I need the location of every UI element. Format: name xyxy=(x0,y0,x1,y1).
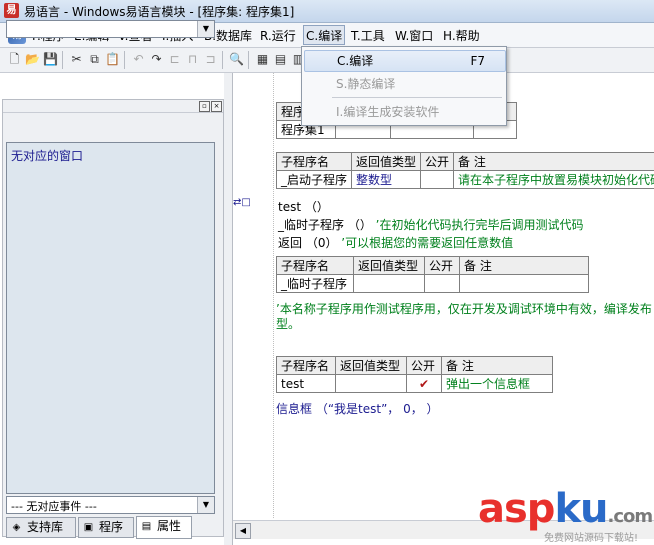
code-line[interactable]: 返回 （0） ’可以根据您的需要返回任意数值 xyxy=(278,234,513,251)
public-cell[interactable] xyxy=(420,170,455,189)
align-center-icon[interactable]: ⊓ xyxy=(184,51,201,68)
header-cell: 返回值类型 xyxy=(351,152,422,171)
header-cell: 返回值类型 xyxy=(353,256,425,275)
chevron-down-icon[interactable]: ▼ xyxy=(197,497,214,513)
menu-item-compile-installer[interactable]: I.编译生成安装软件 xyxy=(304,101,504,123)
public-cell[interactable] xyxy=(424,274,460,293)
panel-splitter[interactable] xyxy=(224,73,233,545)
combo-value: --- 无对应事件 --- xyxy=(11,500,97,513)
header-cell: 备 注 xyxy=(459,256,589,275)
code-statement: 返回 （0） xyxy=(278,236,338,250)
watermark-subtitle: 免费网站源码下载站! xyxy=(544,533,639,544)
code-line[interactable]: test （） xyxy=(278,198,329,215)
note-cell[interactable] xyxy=(459,274,589,293)
window-list[interactable]: 无对应的窗口 xyxy=(6,142,215,494)
tab-properties[interactable]: ▤ 属性 xyxy=(136,516,192,539)
panel-tabs: ◈ 支持库 ▣ 程序 ▤ 属性 xyxy=(2,516,224,539)
toolbar-separator xyxy=(62,51,63,69)
copy-icon[interactable]: ⧉ xyxy=(86,51,103,68)
code-comment: ’在初始化代码执行完毕后调用测试代码 xyxy=(375,218,584,232)
menu-run[interactable]: R.运行 xyxy=(258,27,298,43)
panel-float-icon[interactable]: ▫ xyxy=(199,101,210,112)
find-icon[interactable]: 🔍 xyxy=(228,51,245,68)
header-cell: 备 注 xyxy=(441,356,553,375)
sub-name-cell[interactable]: _启动子程序 xyxy=(275,170,353,189)
tab-label: 支持库 xyxy=(27,520,64,534)
return-type-cell[interactable]: 整数型 xyxy=(351,170,422,189)
toolbar-separator xyxy=(124,51,125,69)
panel-close-icon[interactable]: × xyxy=(211,101,222,112)
sub2-table: 子程序名 返回值类型 公开 备 注 _临时子程序 xyxy=(276,256,589,293)
menu-item-label: S.静态编译 xyxy=(336,77,396,91)
menu-item-label: C.编译 xyxy=(337,54,374,68)
compile-dropdown-menu: C.编译 F7 S.静态编译 I.编译生成安装软件 xyxy=(301,46,507,126)
save-icon[interactable]: 💾 xyxy=(42,51,59,68)
header-cell: 子程序名 xyxy=(276,356,336,375)
menu-compile[interactable]: C.编译 xyxy=(303,25,346,45)
align-left-icon[interactable]: ⊏ xyxy=(166,51,183,68)
header-cell: 公开 xyxy=(424,256,460,275)
app-icon: 易 xyxy=(4,3,19,18)
comment-line[interactable]: ’本名称子程序用作测试程序用，仅在开发及调试环境中有效，编译发布 xyxy=(276,300,652,317)
layout-window-icon[interactable]: ▦ xyxy=(254,51,271,68)
layout-split-icon[interactable]: ▤ xyxy=(272,51,289,68)
new-file-icon[interactable]: 🗋 xyxy=(6,51,23,68)
sub-name-cell[interactable]: test xyxy=(276,374,336,393)
return-type-cell[interactable] xyxy=(335,374,407,393)
window-select-combo[interactable]: ▼ xyxy=(6,20,215,38)
breakpoint-arrow-icon: ⇄□ xyxy=(233,197,251,208)
redo-icon[interactable]: ↷ xyxy=(148,51,165,68)
code-line[interactable]: _临时子程序 （） ’在初始化代码执行完毕后调用测试代码 xyxy=(278,216,583,233)
menu-item-shortcut: F7 xyxy=(470,54,485,68)
sub-name-cell[interactable]: _临时子程序 xyxy=(276,274,354,293)
tab-program[interactable]: ▣ 程序 xyxy=(78,517,134,538)
undo-disabled-icon[interactable]: ↶ xyxy=(130,51,147,68)
tab-label: 程序 xyxy=(99,520,124,534)
header-cell: 子程序名 xyxy=(275,152,353,171)
menu-item-compile[interactable]: C.编译 F7 xyxy=(304,50,506,72)
library-icon: ◈ xyxy=(12,522,21,533)
note-cell[interactable]: 弹出一个信息框 xyxy=(441,374,553,393)
header-cell: 返回值类型 xyxy=(335,356,407,375)
cut-icon[interactable]: ✂ xyxy=(68,51,85,68)
menu-item-label: I.编译生成安装软件 xyxy=(336,105,440,119)
menu-help[interactable]: H.帮助 xyxy=(441,27,482,43)
scroll-left-icon[interactable]: ◀ xyxy=(235,523,251,539)
public-checkmark-icon[interactable]: ✔ xyxy=(406,374,442,393)
panel-header: ▫ × xyxy=(3,100,223,113)
event-select-combo[interactable]: --- 无对应事件 --- ▼ xyxy=(6,496,215,514)
watermark-logo: aspku.com 免费网站源码下载站! xyxy=(478,486,654,544)
program-icon: ▣ xyxy=(83,522,94,533)
note-cell[interactable]: 请在本子程序中放置易模块初始化代码 xyxy=(453,170,654,189)
open-folder-icon[interactable]: 📂 xyxy=(24,51,41,68)
toolbar-separator xyxy=(222,51,223,69)
header-cell: 子程序名 xyxy=(276,256,354,275)
editor-gutter: ⇄□ xyxy=(233,73,274,518)
header-cell: 公开 xyxy=(406,356,442,375)
chevron-down-icon[interactable]: ▼ xyxy=(197,21,214,37)
header-cell: 公开 xyxy=(420,152,455,171)
sub1-table: 子程序名 返回值类型 公开 备 注 _启动子程序 整数型 请在本子程序中放置易模… xyxy=(275,152,654,189)
menu-window[interactable]: W.窗口 xyxy=(393,27,435,43)
tab-label: 属性 xyxy=(157,519,182,533)
menu-tools[interactable]: T.工具 xyxy=(349,27,387,43)
comment-line[interactable]: 型。 xyxy=(276,315,300,332)
menu-separator xyxy=(332,97,502,98)
return-type-cell[interactable] xyxy=(353,274,425,293)
toolbar-separator xyxy=(248,51,249,69)
window-title: 易语言 - Windows易语言模块 - [程序集: 程序集1] xyxy=(24,5,295,19)
menu-item-static-compile[interactable]: S.静态编译 xyxy=(304,73,504,95)
sub3-table: 子程序名 返回值类型 公开 备 注 test ✔ 弹出一个信息框 xyxy=(276,356,553,393)
list-item[interactable]: 无对应的窗口 xyxy=(11,147,83,164)
properties-icon: ▤ xyxy=(141,521,152,532)
watermark-text: aspku.com xyxy=(478,486,653,532)
tab-support-library[interactable]: ◈ 支持库 xyxy=(6,517,76,538)
code-line[interactable]: 信息框 （“我是test”， 0， ） xyxy=(276,400,439,417)
align-right-icon[interactable]: ⊐ xyxy=(202,51,219,68)
paste-icon[interactable]: 📋 xyxy=(104,51,121,68)
code-comment: ’可以根据您的需要返回任意数值 xyxy=(341,236,514,250)
header-cell: 备 注 xyxy=(453,152,654,171)
code-statement: _临时子程序 （） xyxy=(278,218,372,232)
